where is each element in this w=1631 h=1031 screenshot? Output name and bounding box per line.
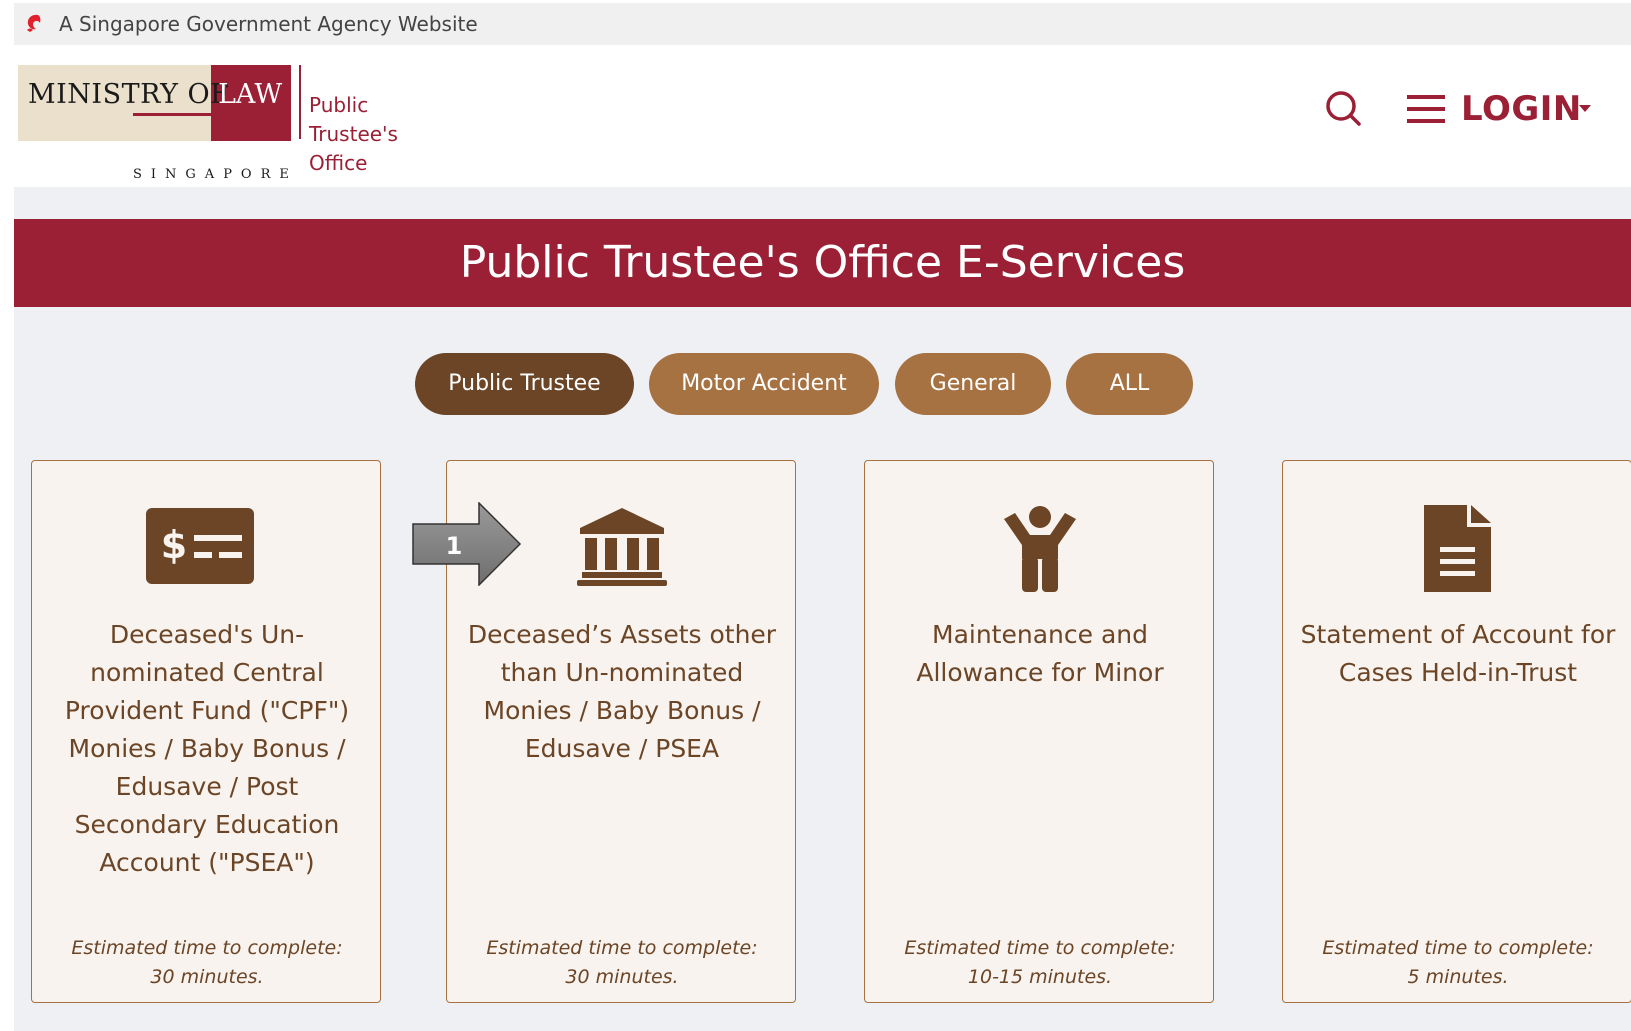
logo-singapore: SINGAPORE <box>133 167 298 182</box>
card-estimated-time: Estimated time to complete: 10-15 minute… <box>875 934 1205 992</box>
estimated-time-label: Estimated time to complete: <box>486 937 758 959</box>
child-icon <box>1004 506 1076 592</box>
estimated-time-value: 30 minutes. <box>150 966 264 988</box>
ministry-of-law-logo[interactable]: MINISTRY OF LAW SINGAPORE Public Trustee… <box>18 65 448 185</box>
gov-masthead: A Singapore Government Agency Website <box>14 3 1631 45</box>
site-header: MINISTRY OF LAW SINGAPORE Public Trustee… <box>14 45 1631 187</box>
login-menu-button[interactable]: LOGIN <box>1407 85 1597 131</box>
card-icon-wrap <box>865 501 1215 596</box>
service-card-maintenance-minor[interactable]: Maintenance and Allowance for Minor Esti… <box>864 460 1214 1003</box>
caret-down-icon <box>1579 105 1591 112</box>
card-title: Maintenance and Allowance for Minor <box>916 620 1164 687</box>
estimated-time-value: 5 minutes. <box>1407 966 1509 988</box>
logo-law: LAW <box>218 79 283 110</box>
card-estimated-time: Estimated time to complete: 30 minutes. <box>42 934 372 992</box>
card-icon-wrap: $ <box>32 501 382 596</box>
document-icon <box>1424 505 1491 592</box>
search-icon <box>1326 91 1361 126</box>
service-card-statement-of-account[interactable]: Statement of Account for Cases Held-in-T… <box>1282 460 1631 1003</box>
main-content: Public Trustee's Office E-Services Publi… <box>14 187 1631 1031</box>
estimated-time-label: Estimated time to complete: <box>71 937 343 959</box>
login-label: LOGIN <box>1461 89 1582 129</box>
logo-office-line-2: Office <box>309 151 368 175</box>
card-title: Deceased’s Assets other than Un-nominate… <box>467 620 777 763</box>
page: A Singapore Government Agency Website MI… <box>14 0 1631 1031</box>
page-title: Public Trustee's Office E-Services <box>459 237 1186 288</box>
card-title: Deceased's Un-nominated Central Providen… <box>64 620 350 877</box>
logo-office-name: Public Trustee's Office <box>309 91 448 178</box>
hamburger-menu-icon <box>1407 95 1445 123</box>
tab-general[interactable]: General <box>895 353 1051 415</box>
tab-public-trustee[interactable]: Public Trustee <box>415 353 634 415</box>
logo-divider <box>299 65 301 139</box>
tab-all[interactable]: ALL <box>1066 353 1193 415</box>
card-icon-wrap <box>1283 501 1631 596</box>
lion-head-icon <box>27 14 41 32</box>
search-button[interactable] <box>1324 89 1364 129</box>
service-card-cpf-monies[interactable]: $ Deceased's Un-nominated Central Provid… <box>31 460 381 1003</box>
estimated-time-label: Estimated time to complete: <box>904 937 1176 959</box>
svg-text:$: $ <box>161 523 187 567</box>
money-bill-icon: $ <box>146 508 254 584</box>
logo-underline <box>133 113 211 116</box>
card-estimated-time: Estimated time to complete: 30 minutes. <box>457 934 787 992</box>
card-title: Statement of Account for Cases Held-in-T… <box>1300 620 1616 687</box>
logo-office-line-1: Public Trustee's <box>309 93 398 146</box>
estimated-time-value: 30 minutes. <box>565 966 679 988</box>
eservices-banner: Public Trustee's Office E-Services <box>14 219 1631 307</box>
masthead-text: A Singapore Government Agency Website <box>59 12 478 36</box>
tab-motor-accident[interactable]: Motor Accident <box>649 353 879 415</box>
card-estimated-time: Estimated time to complete: 5 minutes. <box>1293 934 1623 992</box>
step-arrow-annotation: 1 <box>412 502 522 586</box>
estimated-time-value: 10-15 minutes. <box>967 966 1113 988</box>
logo-ministry-of: MINISTRY OF <box>28 79 230 110</box>
estimated-time-label: Estimated time to complete: <box>1322 937 1594 959</box>
step-number: 1 <box>446 532 463 560</box>
